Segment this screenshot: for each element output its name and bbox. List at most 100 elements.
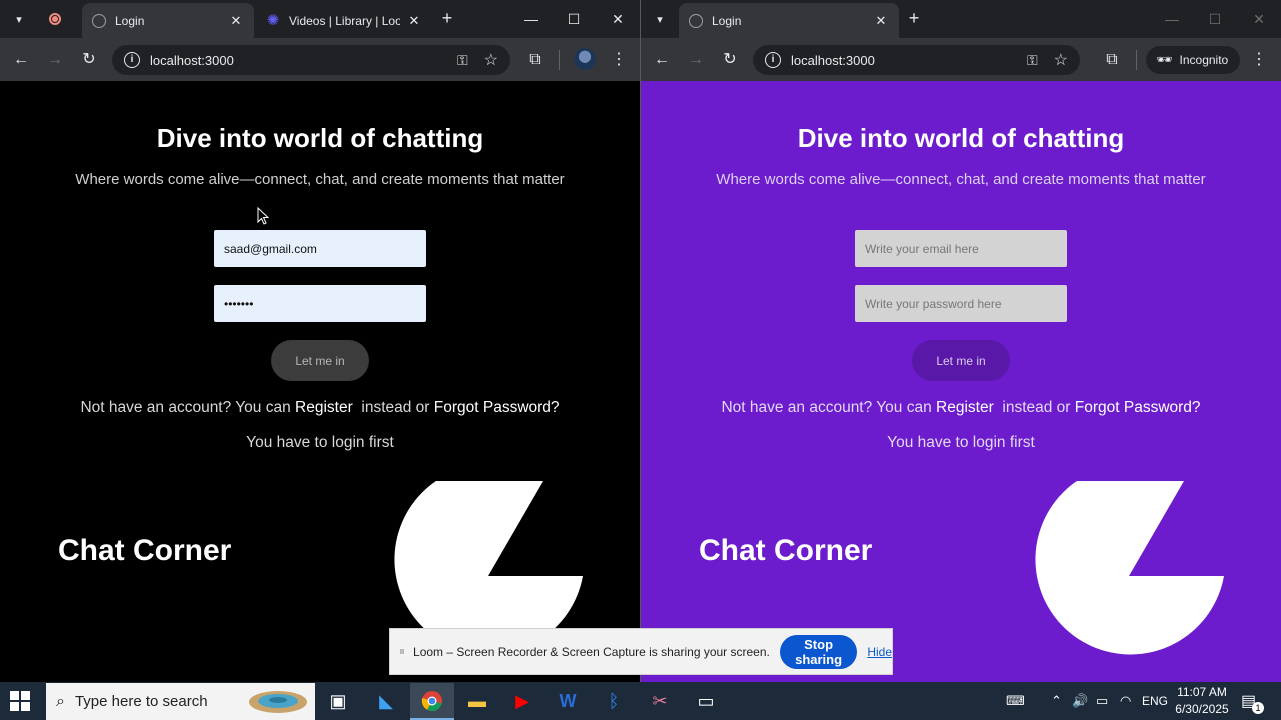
close-tab-icon[interactable]: ✕ xyxy=(873,13,889,29)
menu-kebab-icon[interactable]: ⋮ xyxy=(1246,47,1272,73)
login-button[interactable]: Let me in xyxy=(912,340,1010,381)
register-link[interactable]: Register xyxy=(295,399,353,416)
reload-button[interactable]: ↻ xyxy=(717,47,743,73)
email-input[interactable] xyxy=(214,230,426,267)
extensions-icon[interactable]: ⧉ xyxy=(522,47,548,73)
extensions-icon[interactable]: ⧉ xyxy=(1099,47,1125,73)
tab-search-dropdown-icon[interactable]: ▾ xyxy=(648,7,672,31)
drag-handle-icon[interactable]: ⏸ xyxy=(399,644,405,659)
youtube-icon[interactable]: ▶ xyxy=(500,683,544,720)
browser-window-right: ▾ Login ✕ + — ☐ ✕ ← → ↻ i localhost:3000… xyxy=(641,0,1281,682)
close-window-button[interactable]: ✕ xyxy=(1244,6,1274,32)
password-key-icon[interactable]: ⚿ xyxy=(1027,52,1038,69)
chrome-icon[interactable] xyxy=(410,683,454,720)
email-input[interactable] xyxy=(855,230,1067,267)
incognito-icon: 🕶 xyxy=(1156,52,1173,67)
account-middle: instead or xyxy=(1002,399,1071,416)
forgot-password-link[interactable]: Forgot Password? xyxy=(1075,399,1201,416)
site-info-icon[interactable]: i xyxy=(124,52,140,68)
stop-sharing-button[interactable]: Stop sharing xyxy=(779,634,858,669)
recording-icon xyxy=(46,10,64,28)
search-icon: ⌕ xyxy=(56,692,65,710)
clock-date: 6/30/2025 xyxy=(1175,702,1229,716)
register-link[interactable]: Register xyxy=(936,399,994,416)
forward-button[interactable]: → xyxy=(42,47,68,73)
show-hidden-icons-icon[interactable]: ⌃ xyxy=(1051,682,1062,720)
clock-time: 11:07 AM xyxy=(1177,685,1227,699)
maximize-button[interactable]: ☐ xyxy=(1200,6,1230,32)
notifications-icon[interactable]: ▤ 1 xyxy=(1241,691,1264,714)
chrome-logo-icon xyxy=(421,690,442,711)
bluetooth-icon[interactable]: ᛒ xyxy=(592,683,636,720)
desktop: ▾ Login ✕ ✺ Videos | Library | Loom ✕ + … xyxy=(0,0,1281,720)
menu-kebab-icon[interactable]: ⋮ xyxy=(606,47,632,73)
login-page: Dive into world of chatting Where words … xyxy=(0,81,640,682)
language-indicator[interactable]: ENG xyxy=(1142,682,1168,720)
login-required-notice: You have to login first xyxy=(887,434,1035,451)
tab-login[interactable]: Login ✕ xyxy=(82,3,254,38)
search-placeholder: Type here to search xyxy=(74,693,208,710)
bookmark-star-icon[interactable]: ☆ xyxy=(484,50,498,70)
maximize-button[interactable]: ☐ xyxy=(559,6,589,32)
forgot-password-link[interactable]: Forgot Password? xyxy=(434,399,560,416)
word-icon[interactable]: W xyxy=(546,683,590,720)
back-button[interactable]: ← xyxy=(649,47,675,73)
address-bar[interactable]: i localhost:3000 ⚿ ☆ xyxy=(753,45,1080,75)
page-heading: Dive into world of chatting xyxy=(797,123,1125,153)
wifi-icon[interactable]: ◠ xyxy=(1120,682,1131,720)
password-input[interactable] xyxy=(855,285,1067,322)
tab-title: Videos | Library | Loom xyxy=(289,13,400,28)
file-explorer-icon[interactable]: ▬ xyxy=(455,683,499,720)
incognito-label: Incognito xyxy=(1179,53,1229,67)
close-window-button[interactable]: ✕ xyxy=(603,6,633,32)
volume-icon[interactable]: 🔊 xyxy=(1072,682,1088,720)
brand-title: Chat Corner xyxy=(699,534,873,567)
url-text: localhost:3000 xyxy=(791,52,875,68)
forward-button[interactable]: → xyxy=(683,47,709,73)
new-tab-button[interactable]: + xyxy=(436,8,458,30)
password-key-icon[interactable]: ⚿ xyxy=(457,52,468,69)
browser-window-left: ▾ Login ✕ ✺ Videos | Library | Loom ✕ + … xyxy=(0,0,640,682)
snipping-tool-icon[interactable]: ✂ xyxy=(638,683,682,720)
site-info-icon[interactable]: i xyxy=(765,52,781,68)
login-button[interactable]: Let me in xyxy=(271,340,369,381)
globe-icon xyxy=(689,13,703,28)
back-button[interactable]: ← xyxy=(8,47,34,73)
keyboard-icon[interactable]: ⌨ xyxy=(1006,682,1025,720)
account-prefix: Not have an account? You can xyxy=(721,399,932,416)
taskbar-search[interactable]: ⌕ Type here to search xyxy=(46,683,315,720)
taskbar-clock[interactable]: 11:07 AM 6/30/2025 xyxy=(1170,684,1234,718)
page-subtitle: Where words come alive—connect, chat, an… xyxy=(716,171,1206,188)
sharing-message: Loom – Screen Recorder & Screen Capture … xyxy=(413,644,770,659)
password-input[interactable] xyxy=(214,285,426,322)
taskbar: ⌕ Type here to search ▣ ◣ ▬ ▶ W ᛒ ✂ ▭ ⌨ … xyxy=(0,682,1281,720)
tab-search-dropdown-icon[interactable]: ▾ xyxy=(7,7,31,31)
battery-icon[interactable]: ▭ xyxy=(1096,682,1108,720)
tab-strip: ▾ Login ✕ ✺ Videos | Library | Loom ✕ + … xyxy=(0,0,640,38)
pacman-logo-icon xyxy=(1035,481,1224,655)
hide-link[interactable]: Hide xyxy=(867,645,892,659)
minimize-button[interactable]: — xyxy=(516,6,546,32)
screen-sharing-bar: ⏸ Loom – Screen Recorder & Screen Captur… xyxy=(389,628,893,675)
notification-count-badge: 1 xyxy=(1252,702,1264,714)
account-options-text: Not have an account? You can Register in… xyxy=(0,399,640,417)
login-required-notice: You have to login first xyxy=(246,434,394,451)
new-tab-button[interactable]: + xyxy=(903,8,925,30)
reload-button[interactable]: ↻ xyxy=(76,47,102,73)
incognito-badge[interactable]: 🕶 Incognito xyxy=(1146,46,1241,74)
address-bar[interactable]: i localhost:3000 ⚿ ☆ xyxy=(112,45,510,75)
minimize-button[interactable]: — xyxy=(1157,6,1187,32)
tab-loom-library[interactable]: ✺ Videos | Library | Loom ✕ xyxy=(256,3,432,38)
windows-start-icon[interactable] xyxy=(10,691,30,711)
page-subtitle: Where words come alive—connect, chat, an… xyxy=(75,171,565,188)
tab-login[interactable]: Login ✕ xyxy=(679,3,899,38)
bookmark-star-icon[interactable]: ☆ xyxy=(1054,50,1068,70)
close-tab-icon[interactable]: ✕ xyxy=(228,13,244,29)
profile-avatar[interactable] xyxy=(574,48,596,70)
vscode-icon[interactable]: ◣ xyxy=(364,683,408,720)
task-view-icon[interactable]: ▣ xyxy=(316,683,360,720)
close-tab-icon[interactable]: ✕ xyxy=(406,13,422,29)
page-heading: Dive into world of chatting xyxy=(156,123,484,153)
account-middle: instead or xyxy=(361,399,430,416)
terminal-icon[interactable]: ▭ xyxy=(684,683,728,720)
